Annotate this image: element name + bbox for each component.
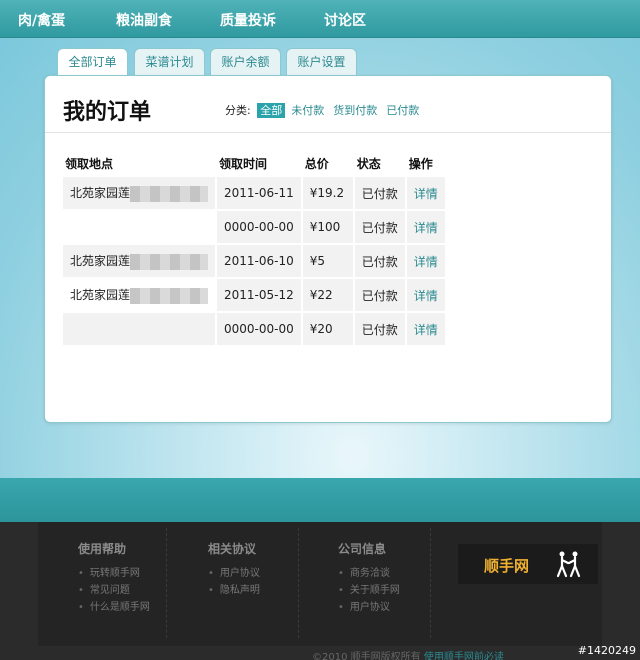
status-cell: 已付款 xyxy=(354,313,405,345)
time-cell: 2011-05-12 xyxy=(217,279,301,311)
page-title: 我的订单 xyxy=(63,100,152,125)
nav-quality-complaint[interactable]: 质量投诉 xyxy=(220,10,276,30)
price-cell: ¥5 xyxy=(302,245,353,277)
redacted-address xyxy=(130,185,209,202)
filter-unpaid[interactable]: 未付款 xyxy=(288,103,327,118)
col-status: 状态 xyxy=(356,156,381,171)
footer-agreements-title: 相关协议 xyxy=(208,542,257,556)
col-location: 领取地点 xyxy=(65,156,114,171)
price-cell: ¥19.2 xyxy=(302,177,353,209)
table-row: 0000-00-00 ¥20 已付款 详情 xyxy=(63,313,445,345)
footer: 使用帮助 玩转顺手网 常见问题 什么是顺手网 相关协议 用户协议 隐私声明 公司… xyxy=(38,522,602,646)
col-time: 领取时间 xyxy=(219,156,268,171)
footer-link[interactable]: 用户协议 xyxy=(208,565,260,582)
location-cell xyxy=(63,211,216,243)
filter-cod[interactable]: 货到付款 xyxy=(330,103,380,118)
footer-company-title: 公司信息 xyxy=(338,542,387,556)
category-filter: 分类: 全部 未付款 货到付款 已付款 xyxy=(225,102,422,118)
nav-discussion[interactable]: 讨论区 xyxy=(324,10,366,30)
time-cell: 2011-06-10 xyxy=(217,245,301,277)
copyright: ©2010 顺手网版权所有 使用顺手网前必读 xyxy=(312,648,504,660)
status-cell: 已付款 xyxy=(354,177,405,209)
people-walking-icon xyxy=(556,551,581,578)
tab-recipe-plan[interactable]: 菜谱计划 xyxy=(134,48,205,75)
redacted-address xyxy=(130,253,209,270)
teal-band xyxy=(0,478,640,522)
details-link[interactable]: 详情 xyxy=(406,177,445,209)
top-navigation: 肉/禽蛋 粮油副食 质量投诉 讨论区 xyxy=(0,0,640,38)
table-row: 北苑家园莲 2011-06-11 ¥19.2 已付款 详情 xyxy=(63,177,445,209)
footer-separator xyxy=(166,528,167,638)
table-row: 北苑家园莲 2011-05-12 ¥22 已付款 详情 xyxy=(63,279,445,311)
nav-grain-oil[interactable]: 粮油副食 xyxy=(116,10,172,30)
status-cell: 已付款 xyxy=(354,245,405,277)
time-cell: 0000-00-00 xyxy=(217,313,301,345)
time-cell: 2011-06-11 xyxy=(217,177,301,209)
footer-link[interactable]: 常见问题 xyxy=(78,582,150,599)
orders-table: 领取地点 领取时间 总价 状态 操作 北苑家园莲 2011-06-11 ¥19.… xyxy=(61,149,447,347)
location-cell xyxy=(63,313,216,345)
orders-panel: 我的订单 分类: 全部 未付款 货到付款 已付款 领取地点 领取时间 总价 状态 操作… xyxy=(44,75,612,423)
nav-meat-eggs[interactable]: 肉/禽蛋 xyxy=(18,10,65,30)
location-text: 北苑家园莲 xyxy=(70,288,131,303)
col-price: 总价 xyxy=(304,156,329,171)
divider xyxy=(45,132,611,133)
brand-name: 顺手网 xyxy=(484,557,530,575)
tab-account-balance[interactable]: 账户余额 xyxy=(210,48,281,75)
location-cell: 北苑家园莲 xyxy=(63,279,216,311)
details-link[interactable]: 详情 xyxy=(406,211,445,243)
redacted-address xyxy=(130,287,209,304)
tab-account-settings[interactable]: 账户设置 xyxy=(286,48,357,75)
table-header-row: 领取地点 领取时间 总价 状态 操作 xyxy=(63,151,445,175)
filter-all[interactable]: 全部 xyxy=(257,103,286,118)
location-cell: 北苑家园莲 xyxy=(63,177,216,209)
terms-link[interactable]: 使用顺手网前必读 xyxy=(424,652,504,660)
footer-help: 使用帮助 玩转顺手网 常见问题 什么是顺手网 xyxy=(78,540,150,616)
footer-separator xyxy=(430,528,431,638)
footer-link[interactable]: 商务洽谈 xyxy=(338,565,400,582)
copyright-text: ©2010 顺手网版权所有 xyxy=(312,652,421,660)
location-text: 北苑家园莲 xyxy=(70,254,131,269)
footer-link[interactable]: 用户协议 xyxy=(338,599,400,616)
details-link[interactable]: 详情 xyxy=(406,245,445,277)
footer-link[interactable]: 关于顺手网 xyxy=(338,582,400,599)
location-cell: 北苑家园莲 xyxy=(63,245,216,277)
filter-label: 分类: xyxy=(225,104,251,117)
col-action: 操作 xyxy=(408,156,433,171)
tab-all-orders[interactable]: 全部订单 xyxy=(57,48,128,76)
footer-company: 公司信息 商务洽谈 关于顺手网 用户协议 xyxy=(338,540,400,616)
details-link[interactable]: 详情 xyxy=(406,279,445,311)
price-cell: ¥20 xyxy=(302,313,353,345)
status-cell: 已付款 xyxy=(354,211,405,243)
table-row: 0000-00-00 ¥100 已付款 详情 xyxy=(63,211,445,243)
table-row: 北苑家园莲 2011-06-10 ¥5 已付款 详情 xyxy=(63,245,445,277)
location-text: 北苑家园莲 xyxy=(70,186,131,201)
brand-logo[interactable]: 顺手网 xyxy=(458,544,598,584)
time-cell: 0000-00-00 xyxy=(217,211,301,243)
footer-link[interactable]: 玩转顺手网 xyxy=(78,565,150,582)
footer-help-title: 使用帮助 xyxy=(78,542,127,556)
footer-link[interactable]: 什么是顺手网 xyxy=(78,599,150,616)
image-id: #1420249 xyxy=(577,644,636,657)
footer-agreements: 相关协议 用户协议 隐私声明 xyxy=(208,540,260,599)
price-cell: ¥100 xyxy=(302,211,353,243)
details-link[interactable]: 详情 xyxy=(406,313,445,345)
filter-paid[interactable]: 已付款 xyxy=(383,103,422,118)
price-cell: ¥22 xyxy=(302,279,353,311)
footer-link[interactable]: 隐私声明 xyxy=(208,582,260,599)
footer-separator xyxy=(298,528,299,638)
status-cell: 已付款 xyxy=(354,279,405,311)
